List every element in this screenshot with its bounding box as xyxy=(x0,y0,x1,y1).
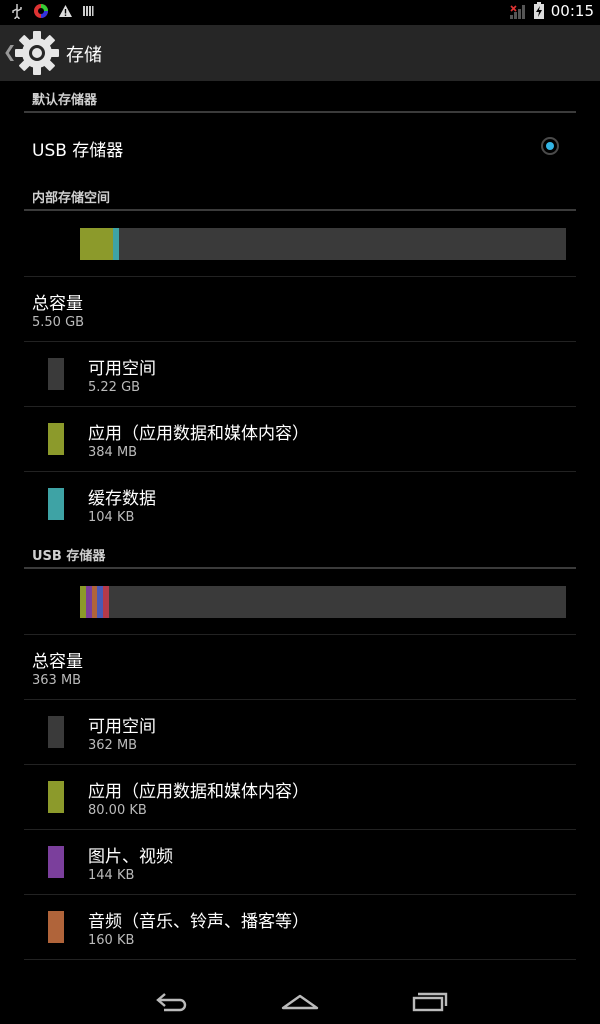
list-divider xyxy=(24,699,576,700)
color-swatch xyxy=(48,358,64,390)
recents-icon[interactable] xyxy=(410,986,450,1014)
total-capacity-label: 总容量 xyxy=(32,294,83,314)
total-capacity-value: 363 MB xyxy=(32,673,82,688)
item-value: 362 MB xyxy=(88,738,138,753)
radio-button-selected[interactable] xyxy=(541,137,559,155)
usage-segment-other-2 xyxy=(103,586,110,618)
total-capacity-label: 总容量 xyxy=(32,652,83,672)
color-swatch xyxy=(48,488,64,520)
usb-icon xyxy=(12,4,22,19)
list-divider xyxy=(24,276,576,277)
internal-usage-bar xyxy=(80,228,566,260)
navigation-bar xyxy=(0,976,600,1024)
page-title: 存储 xyxy=(66,45,102,66)
no-signal-icon xyxy=(509,4,525,19)
section-header-default-storage: 默认存储器 xyxy=(32,93,98,108)
color-wheel-icon xyxy=(34,4,48,18)
item-label: 缓存数据 xyxy=(88,489,156,509)
usb-usage-bar xyxy=(80,586,566,618)
section-header-usb-storage: USB 存储器 xyxy=(32,549,106,564)
item-value: 80.00 KB xyxy=(88,803,147,818)
clock: 00:15 xyxy=(550,2,594,20)
usage-segment-apps xyxy=(80,228,114,260)
warning-icon xyxy=(59,5,72,17)
item-value: 104 KB xyxy=(88,510,135,525)
item-value: 5.22 GB xyxy=(88,380,141,395)
battery-charging-icon xyxy=(533,2,544,19)
item-label: 应用（应用数据和媒体内容） xyxy=(88,424,309,444)
color-swatch xyxy=(48,716,64,748)
status-bar: 00:15 xyxy=(0,0,600,25)
home-icon[interactable] xyxy=(280,986,320,1014)
usage-segment-cache xyxy=(113,228,119,260)
item-label: 应用（应用数据和媒体内容） xyxy=(88,782,309,802)
item-label: 可用空间 xyxy=(88,717,156,737)
storage-settings-list[interactable]: 默认存储器 USB 存储器 内部存储空间 总容量 5.50 GB 可用空间 5.… xyxy=(0,81,600,976)
list-divider xyxy=(24,959,576,960)
section-rule xyxy=(24,209,576,211)
list-divider xyxy=(24,341,576,342)
item-label: 可用空间 xyxy=(88,359,156,379)
action-bar: ❮ 存储 xyxy=(0,25,600,81)
list-divider xyxy=(24,829,576,830)
gear-icon[interactable] xyxy=(14,30,60,76)
section-rule xyxy=(24,567,576,569)
item-value: 144 KB xyxy=(88,868,135,883)
list-divider xyxy=(24,894,576,895)
color-swatch xyxy=(48,911,64,943)
list-divider xyxy=(24,634,576,635)
color-swatch xyxy=(48,781,64,813)
bars-icon xyxy=(83,6,94,16)
color-swatch xyxy=(48,423,64,455)
item-value: 160 KB xyxy=(88,933,135,948)
total-capacity-value: 5.50 GB xyxy=(32,315,85,330)
list-divider xyxy=(24,406,576,407)
item-label: 图片、视频 xyxy=(88,847,173,867)
section-rule xyxy=(24,111,576,113)
item-value: 384 MB xyxy=(88,445,138,460)
default-storage-option-label: USB 存储器 xyxy=(32,141,124,161)
section-header-internal-storage: 内部存储空间 xyxy=(32,191,111,206)
item-label: 音频（音乐、铃声、播客等） xyxy=(88,912,309,932)
list-divider xyxy=(24,471,576,472)
list-divider xyxy=(24,764,576,765)
color-swatch xyxy=(48,846,64,878)
back-icon[interactable] xyxy=(150,986,190,1014)
